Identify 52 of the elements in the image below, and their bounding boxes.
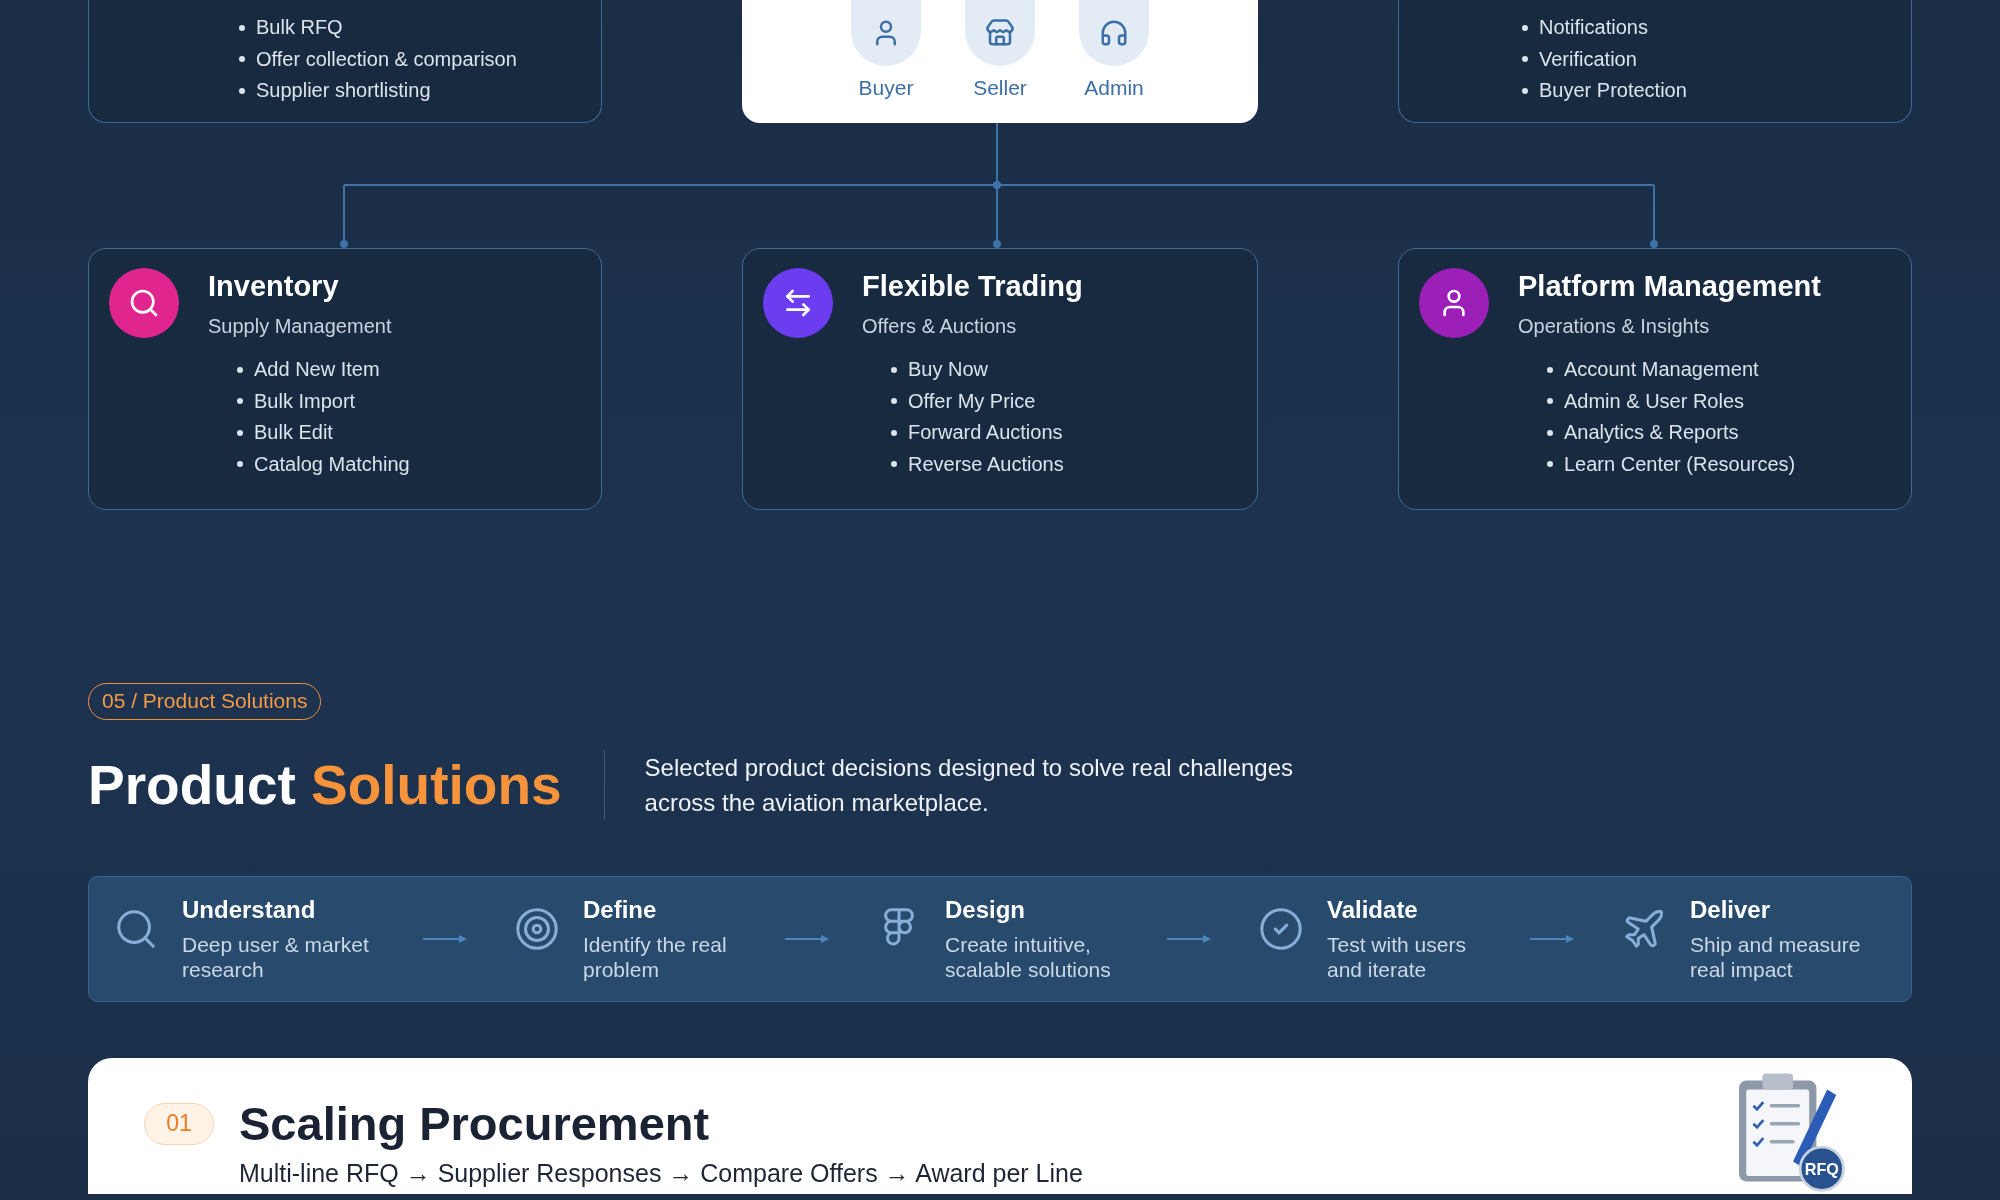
module-subtitle: Offers & Auctions <box>862 315 1018 338</box>
list-item: Learn Center (Resources) <box>1547 448 1891 480</box>
role-label: Buyer <box>858 76 914 100</box>
arrow-icon <box>1530 934 1574 944</box>
list-item: Offer My Price <box>891 385 1237 417</box>
role-label: Admin <box>1084 76 1144 100</box>
arrow-icon <box>1167 934 1211 944</box>
list-item: Add New Item <box>237 354 581 386</box>
number-badge: 01 <box>144 1102 214 1145</box>
step-title: Define <box>583 896 658 924</box>
arrow-icon <box>423 934 467 944</box>
list-item: Buyer Protection <box>1522 75 1911 107</box>
search-icon <box>128 287 160 319</box>
solution-title: Scaling Procurement <box>239 1096 710 1151</box>
step-description: Test with users and iterate <box>1327 932 1466 982</box>
headphones-icon <box>1099 18 1129 48</box>
list-item: Account Management <box>1547 354 1891 386</box>
section-heading: Product Solutions <box>88 753 562 817</box>
module-subtitle: Supply Management <box>208 315 392 338</box>
step-description: Ship and measure real impact <box>1690 932 1861 982</box>
list-item: Reverse Auctions <box>891 448 1237 480</box>
list-item: Bulk RFQ <box>239 12 601 44</box>
list-item: Catalog Matching <box>237 448 581 480</box>
step-description: Identify the real problem <box>583 932 727 982</box>
step-title: Deliver <box>1690 896 1772 924</box>
role-label: Seller <box>973 76 1027 100</box>
list-item: Forward Auctions <box>891 417 1237 449</box>
list-item: Buy Now <box>891 354 1237 386</box>
solution-flow: Multi-line RFQ → Supplier Responses → Compare Offers → Award per Line <box>239 1159 1083 1188</box>
section-description: Selected product decisions designed to solve real challenges across the aviation marketplace. <box>644 753 1294 818</box>
list-item: Supplier shortlisting <box>239 75 601 107</box>
step-title: Understand <box>182 896 317 924</box>
module-title: Flexible Trading <box>862 270 1083 303</box>
check-circle-icon <box>1258 906 1304 952</box>
module-subtitle: Operations & Insights <box>1518 315 1711 338</box>
step-description: Deep user & market research <box>182 932 369 982</box>
target-icon <box>514 906 560 952</box>
list-item: Analytics & Reports <box>1547 417 1891 449</box>
module-title: Inventory <box>208 270 340 303</box>
list-item: Notifications <box>1522 12 1911 44</box>
clipboard-drawing: RFQ <box>1739 1073 1845 1192</box>
list-item: Admin & User Roles <box>1547 385 1891 417</box>
module-title: Platform Management <box>1518 270 1821 303</box>
step-title: Design <box>945 896 1026 924</box>
list-item: Offer collection & comparison <box>239 43 601 75</box>
list-item: Bulk Edit <box>237 417 581 449</box>
store-icon <box>985 18 1015 48</box>
arrow-icon <box>785 934 829 944</box>
list-item: Bulk Import <box>237 385 581 417</box>
list-item: Verification <box>1522 43 1911 75</box>
step-title: Validate <box>1327 896 1419 924</box>
step-description: Create intuitive, scalable solutions <box>945 932 1111 982</box>
